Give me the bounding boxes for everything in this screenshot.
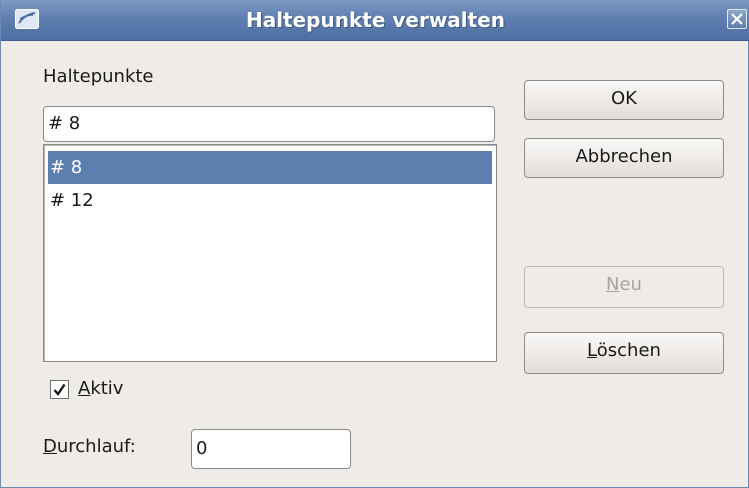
close-button[interactable] bbox=[727, 9, 747, 29]
ok-button[interactable]: OK bbox=[524, 80, 724, 120]
active-label-mnemonic: A bbox=[78, 378, 91, 399]
cancel-button[interactable]: Abbrechen bbox=[524, 138, 724, 178]
list-item[interactable]: # 12 bbox=[48, 184, 492, 217]
delete-button[interactable]: Löschen bbox=[524, 332, 724, 374]
pass-count-value: 0 bbox=[196, 438, 208, 459]
pass-count-mnemonic: D bbox=[43, 436, 57, 457]
pass-count-field[interactable]: 0 bbox=[191, 429, 351, 469]
pass-count-label: Durchlauf: bbox=[43, 436, 136, 457]
breakpoints-label: Haltepunkte bbox=[43, 66, 154, 87]
pass-count-label-text: urchlauf: bbox=[56, 436, 136, 457]
delete-button-mnemonic: L bbox=[587, 340, 597, 361]
breakpoint-entry-value: # 8 bbox=[48, 113, 81, 134]
new-button-mnemonic: N bbox=[606, 274, 620, 295]
delete-button-label: öschen bbox=[596, 340, 661, 361]
active-label[interactable]: Aktiv bbox=[78, 378, 123, 399]
new-button[interactable]: Neu bbox=[524, 266, 724, 308]
list-item[interactable]: # 8 bbox=[48, 151, 492, 184]
active-label-text: ktiv bbox=[90, 378, 124, 399]
checkmark-icon bbox=[53, 383, 66, 396]
title-bar[interactable]: Haltepunkte verwalten bbox=[1, 0, 749, 41]
breakpoint-entry-field[interactable]: # 8 bbox=[43, 106, 495, 142]
dialog-window: Haltepunkte verwalten Haltepunkte # 8 # … bbox=[0, 0, 749, 488]
breakpoints-list[interactable]: # 8 # 12 bbox=[43, 144, 497, 362]
active-checkbox[interactable] bbox=[50, 380, 69, 399]
new-button-label: eu bbox=[619, 274, 642, 295]
close-icon bbox=[731, 13, 743, 25]
dialog-title: Haltepunkte verwalten bbox=[245, 8, 506, 32]
